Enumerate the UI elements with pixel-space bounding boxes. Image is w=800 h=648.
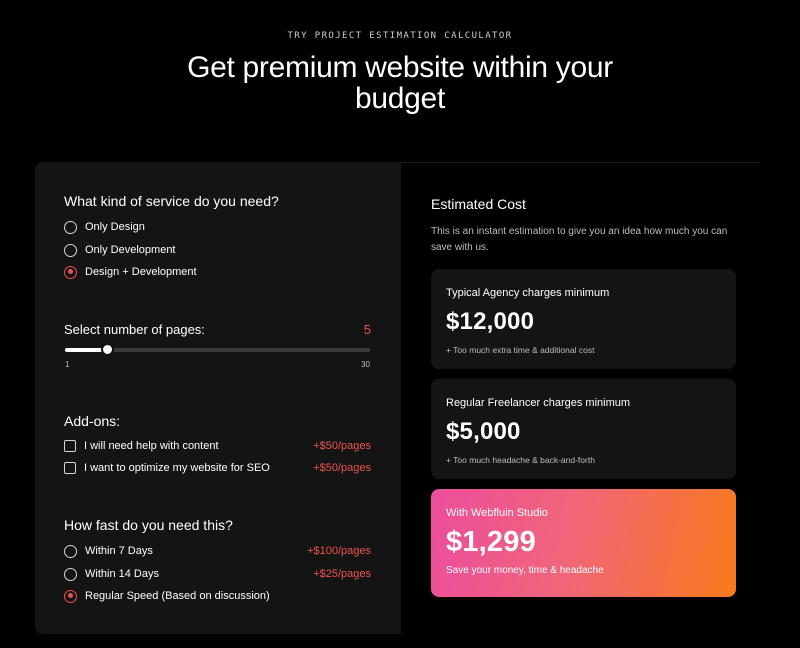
speed-option-price: +$25/pages — [313, 568, 371, 580]
addon-seo[interactable]: I want to optimize my website for SEO +$… — [64, 459, 371, 477]
freelancer-cost-amount: $5,000 — [446, 418, 521, 445]
speed-option-14-days[interactable]: Within 14 Days +$25/pages — [64, 565, 371, 583]
addons-title: Add-ons: — [64, 413, 121, 429]
calculator-eyebrow: TRY PROJECT ESTIMATION CALCULATOR — [287, 31, 513, 41]
studio-cost-title: With Webfluin Studio — [446, 507, 548, 519]
speed-question: How fast do you need this? — [64, 517, 233, 533]
pages-header: Select number of pages: 5 — [64, 322, 371, 337]
slider-thumb[interactable] — [101, 343, 115, 356]
pages-slider[interactable] — [65, 343, 370, 356]
estimate-panel: Estimated Cost This is an instant estima… — [401, 162, 760, 634]
radio-button[interactable] — [64, 567, 77, 581]
addon-label: I want to optimize my website for SEO — [84, 462, 270, 474]
agency-cost-note: + Too much extra time & additional cost — [446, 345, 595, 355]
estimation-calculator-card: What kind of service do you need? Only D… — [35, 162, 760, 634]
speed-option-price: +$100/pages — [307, 545, 371, 557]
freelancer-cost-card: Regular Freelancer charges minimum $5,00… — [431, 379, 736, 479]
service-option-design-development[interactable]: Design + Development — [64, 263, 371, 281]
addon-price: +$50/pages — [313, 462, 371, 474]
studio-cost-card: With Webfluin Studio $1,299 Save your mo… — [431, 489, 736, 597]
studio-cost-amount: $1,299 — [446, 526, 536, 558]
slider-min-label: 1 — [65, 360, 70, 369]
checkbox[interactable] — [64, 440, 76, 452]
speed-option-regular[interactable]: Regular Speed (Based on discussion) — [64, 587, 371, 605]
service-option-label: Design + Development — [85, 266, 197, 278]
estimate-title: Estimated Cost — [431, 196, 526, 212]
service-option-label: Only Development — [85, 244, 176, 256]
service-option-only-design[interactable]: Only Design — [64, 218, 371, 236]
service-question: What kind of service do you need? — [64, 193, 279, 209]
addon-label: I will need help with content — [84, 440, 219, 452]
radio-button-selected[interactable] — [64, 265, 77, 279]
radio-button[interactable] — [64, 243, 77, 257]
estimate-description: This is an instant estimation to give yo… — [431, 226, 728, 253]
radio-button[interactable] — [64, 220, 77, 234]
speed-option-7-days[interactable]: Within 7 Days +$100/pages — [64, 542, 371, 560]
agency-cost-card: Typical Agency charges minimum $12,000 +… — [431, 269, 736, 369]
radio-button-selected[interactable] — [64, 589, 77, 603]
freelancer-cost-note: + Too much headache & back-and-forth — [446, 455, 595, 465]
addon-content-help[interactable]: I will need help with content +$50/pages — [64, 437, 371, 455]
freelancer-cost-title: Regular Freelancer charges minimum — [446, 397, 631, 409]
studio-cost-note: Save your money, time & headache — [446, 565, 604, 576]
slider-max-label: 30 — [361, 360, 370, 369]
speed-option-label: Within 14 Days — [85, 568, 159, 580]
page-title: Get premium website within your budget — [187, 51, 613, 115]
pages-label: Select number of pages: — [64, 322, 205, 337]
radio-button[interactable] — [64, 544, 77, 558]
speed-option-label: Within 7 Days — [85, 545, 153, 557]
pages-value: 5 — [363, 322, 371, 337]
service-option-only-development[interactable]: Only Development — [64, 241, 371, 259]
options-panel: What kind of service do you need? Only D… — [35, 162, 401, 634]
speed-option-label: Regular Speed (Based on discussion) — [85, 590, 270, 602]
service-option-label: Only Design — [85, 221, 145, 233]
agency-cost-title: Typical Agency charges minimum — [446, 287, 610, 299]
addon-price: +$50/pages — [313, 440, 371, 452]
agency-cost-amount: $12,000 — [446, 308, 535, 335]
checkbox[interactable] — [64, 462, 76, 474]
